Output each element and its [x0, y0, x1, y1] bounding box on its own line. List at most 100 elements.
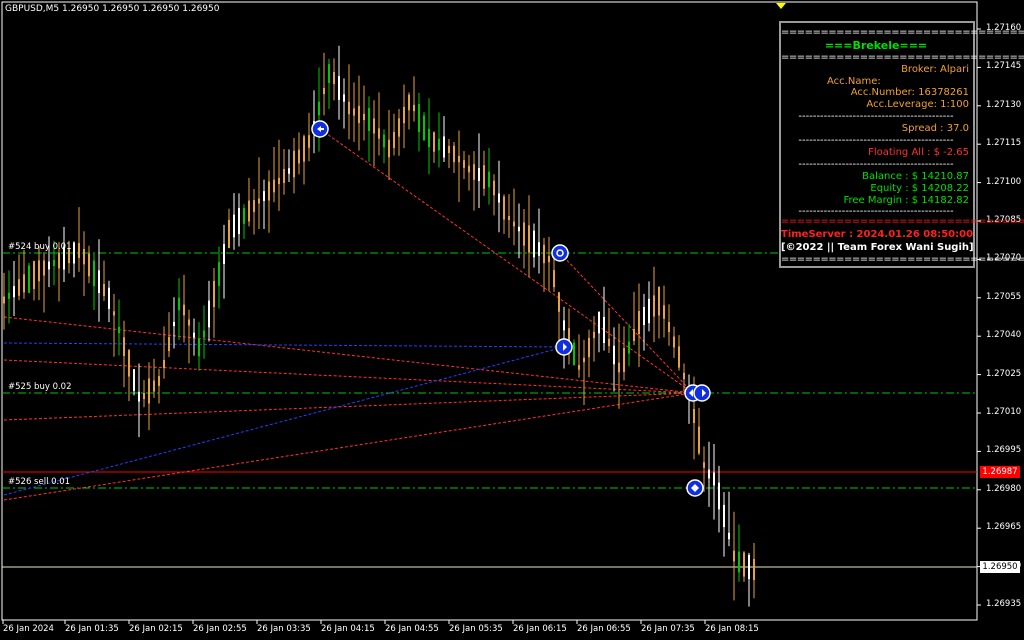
candle-body	[398, 118, 400, 137]
candle-body	[668, 321, 670, 333]
order-history-lines	[3, 128, 694, 501]
y-axis-tick-label: 1.27010	[986, 407, 1022, 417]
x-axis-tick-label: 26 Jan 04:15	[321, 624, 375, 634]
candle-body	[543, 244, 545, 264]
equity-text: Equity : $ 14208.22	[870, 183, 969, 194]
candle-body	[658, 286, 660, 316]
candle-body	[48, 261, 50, 270]
candle-body	[293, 150, 295, 178]
candle-body	[238, 207, 240, 235]
candle-body	[328, 64, 330, 83]
y-axis-tick-label: 1.27025	[986, 368, 1022, 379]
chart-shift-icon[interactable]	[776, 3, 786, 9]
candle-body	[573, 342, 575, 366]
candle-body	[533, 230, 535, 258]
candle-body	[208, 300, 210, 328]
candle-body	[283, 168, 285, 184]
candle-body	[203, 330, 205, 338]
candle-body	[723, 504, 725, 528]
candle-body	[153, 380, 155, 392]
candle-body	[428, 128, 430, 148]
candle-body	[693, 408, 695, 424]
candle-body	[53, 260, 55, 266]
candle-body	[738, 551, 740, 573]
y-axis-tick-label: 1.27115	[986, 138, 1022, 149]
candle-body	[703, 462, 705, 468]
candle-body	[243, 208, 245, 224]
candle-body	[273, 179, 275, 193]
copyright-text: [©2022 || Team Forex Wani Sugih]	[781, 242, 974, 253]
candle-body	[583, 357, 585, 363]
order-label-524[interactable]: #524 buy 0.01	[8, 242, 72, 252]
candle-body	[748, 554, 750, 580]
candle-body	[708, 469, 710, 479]
candle-body	[58, 252, 60, 269]
candle-body	[563, 320, 565, 331]
candle-body	[508, 215, 510, 221]
candle-body	[253, 200, 255, 212]
y-axis-tick-label: 1.27055	[986, 291, 1022, 302]
candle-body	[198, 338, 200, 357]
candle-body	[468, 165, 470, 173]
candle-body	[168, 336, 170, 352]
candle-body	[623, 348, 625, 372]
x-axis-tick-label: 26 Jan 05:35	[449, 624, 503, 634]
y-axis-ticks	[977, 28, 981, 606]
order-label-526[interactable]: #526 sell 0.01	[8, 477, 70, 487]
x-axis-tick-label: 26 Jan 03:35	[257, 624, 311, 634]
candle-body	[463, 160, 465, 168]
y-axis-tick-label: 1.27130	[986, 99, 1022, 110]
candle-body	[18, 279, 20, 296]
candle-body	[423, 115, 425, 141]
candle-body	[178, 297, 180, 311]
candle-body	[118, 326, 120, 334]
candle-body	[233, 214, 235, 238]
candle-body	[3, 296, 5, 304]
candle-body	[678, 346, 680, 368]
panel-title: ===Brekele===	[824, 39, 928, 52]
candle-body	[298, 149, 300, 164]
candle-body	[88, 253, 90, 277]
candle-body	[513, 221, 515, 227]
candle-body	[128, 350, 130, 377]
candle-body	[753, 559, 755, 580]
candle-body	[408, 94, 410, 111]
order-label-525[interactable]: #525 buy 0.02	[8, 382, 72, 392]
candle-body	[453, 145, 455, 163]
trade-marker-icon	[693, 384, 711, 402]
candle-body	[498, 193, 500, 203]
candle-body	[638, 310, 640, 335]
bid-price-tag: 1.26950	[980, 561, 1020, 573]
candle-body	[713, 472, 715, 486]
candle-body	[93, 260, 95, 287]
candle-body	[103, 283, 105, 297]
candle-body	[108, 287, 110, 309]
account-number-text: Acc.Number: 16378261	[850, 87, 969, 98]
candle-body	[123, 337, 125, 357]
panel-separator: ================================	[781, 27, 1024, 38]
candlesticks	[3, 45, 755, 607]
candle-body	[418, 103, 420, 133]
candle-body	[593, 331, 595, 339]
y-axis-tick-label: 1.26965	[986, 522, 1022, 533]
y-axis-tick-label: 1.26980	[986, 483, 1022, 494]
candle-body	[478, 168, 480, 181]
candle-body	[173, 321, 175, 327]
candle-body	[698, 426, 700, 454]
candle-body	[393, 131, 395, 149]
spread-text: Spread : 37.0	[901, 123, 969, 134]
trade-markers[interactable]	[311, 120, 711, 497]
candle-body	[503, 196, 505, 220]
candle-body	[628, 341, 630, 354]
candle-body	[433, 132, 435, 152]
trade-marker-icon	[551, 244, 569, 262]
candle-body	[618, 362, 620, 373]
candle-body	[248, 200, 250, 222]
candle-body	[143, 392, 145, 400]
candle-body	[338, 76, 340, 100]
candle-body	[743, 552, 745, 577]
brekele-info-panel: ================================ ===Brek…	[779, 21, 1024, 268]
candle-body	[728, 532, 730, 540]
candle-body	[448, 145, 450, 154]
y-axis-tick-label: 1.27100	[986, 176, 1022, 187]
